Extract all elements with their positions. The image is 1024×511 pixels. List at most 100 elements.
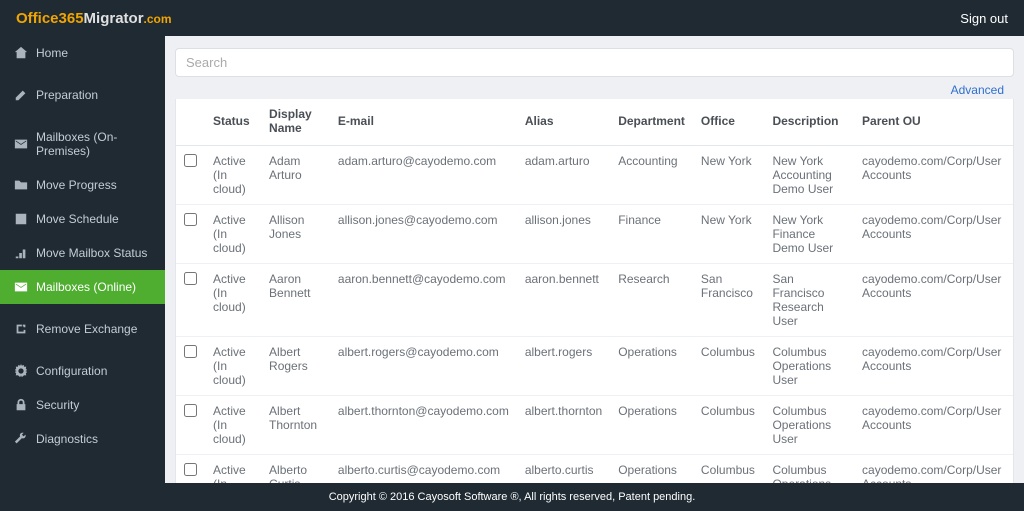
sidebar-item-label: Mailboxes (Online) [36,280,136,294]
sidebar-item-preparation[interactable]: Preparation [0,78,165,112]
sidebar-item-diagnostics[interactable]: Diagnostics [0,422,165,456]
cell-status: Active (In cloud) [205,205,261,264]
sidebar-item-configuration[interactable]: Configuration [0,354,165,388]
cell-department: Finance [610,205,693,264]
cell-description: Columbus Operations User [764,337,854,396]
advanced-link[interactable]: Advanced [951,83,1004,97]
table-row[interactable]: Active (In cloud)Albert Rogersalbert.rog… [176,337,1013,396]
cell-display-name: Allison Jones [261,205,330,264]
lock-icon [14,398,28,412]
footer-text: Copyright © 2016 Cayosoft Software ®, Al… [329,491,696,503]
table-header-row: Status Display Name E-mail Alias Departm… [176,99,1013,146]
cell-office: Columbus [693,337,765,396]
row-checkbox[interactable] [184,404,197,417]
sidebar-item-label: Move Progress [36,178,117,192]
sidebar-item-move-progress[interactable]: Move Progress [0,168,165,202]
cell-department: Operations [610,396,693,455]
col-status[interactable]: Status [205,99,261,146]
cell-display-name: Albert Rogers [261,337,330,396]
home-icon [14,46,28,60]
search-input[interactable] [186,55,1003,70]
cell-alias: albert.thornton [517,396,610,455]
folder-icon [14,178,28,192]
col-checkbox [176,99,205,146]
sidebar-item-label: Configuration [36,364,107,378]
table-row[interactable]: Active (In cloud)Aaron Bennettaaron.benn… [176,264,1013,337]
cell-display-name: Adam Arturo [261,146,330,205]
cell-description: New York Accounting Demo User [764,146,854,205]
row-checkbox[interactable] [184,213,197,226]
edit-icon [14,88,28,102]
col-email[interactable]: E-mail [330,99,517,146]
status-icon [14,246,28,260]
cell-office: New York [693,146,765,205]
cell-office: Columbus [693,396,765,455]
sidebar-item-move-schedule[interactable]: Move Schedule [0,202,165,236]
col-department[interactable]: Department [610,99,693,146]
topbar: Office365Migrator.com Sign out [0,0,1024,36]
row-checkbox[interactable] [184,154,197,167]
sidebar-item-security[interactable]: Security [0,388,165,422]
table-row[interactable]: Active (In cloud)Allison Jonesallison.jo… [176,205,1013,264]
row-checkbox[interactable] [184,463,197,476]
sidebar-item-label: Diagnostics [36,432,98,446]
sign-out-link[interactable]: Sign out [960,11,1008,26]
col-parent-ou[interactable]: Parent OU [854,99,1013,146]
cell-alias: albert.rogers [517,337,610,396]
sidebar-item-move-mailbox-status[interactable]: Move Mailbox Status [0,236,165,270]
table-row[interactable]: Active (In cloud)Albert Thorntonalbert.t… [176,396,1013,455]
col-alias[interactable]: Alias [517,99,610,146]
data-table-wrap[interactable]: Status Display Name E-mail Alias Departm… [175,99,1014,511]
sidebar-item-mailboxes-online[interactable]: Mailboxes (Online) [0,270,165,304]
cell-email: albert.thornton@cayodemo.com [330,396,517,455]
cell-parent-ou: cayodemo.com/Corp/User Accounts [854,264,1013,337]
sidebar-item-label: Preparation [36,88,98,102]
gear-icon [14,364,28,378]
cell-office: New York [693,205,765,264]
col-office[interactable]: Office [693,99,765,146]
sidebar-item-label: Home [36,46,68,60]
sidebar-item-label: Mailboxes (On-Premises) [36,130,151,158]
cell-alias: allison.jones [517,205,610,264]
brand-logo: Office365Migrator.com [16,10,172,27]
cell-status: Active (In cloud) [205,264,261,337]
main-content: Advanced Status Display Name E-mail Alia… [165,36,1024,511]
row-checkbox[interactable] [184,272,197,285]
sidebar-item-remove-exchange[interactable]: Remove Exchange [0,312,165,346]
cell-parent-ou: cayodemo.com/Corp/User Accounts [854,205,1013,264]
sidebar-item-label: Security [36,398,79,412]
cell-alias: adam.arturo [517,146,610,205]
cell-status: Active (In cloud) [205,337,261,396]
sidebar-item-label: Remove Exchange [36,322,137,336]
footer: Copyright © 2016 Cayosoft Software ®, Al… [0,483,1024,511]
cell-email: albert.rogers@cayodemo.com [330,337,517,396]
cell-display-name: Albert Thornton [261,396,330,455]
logo-part-migrator: Migrator [84,10,144,27]
cell-status: Active (In cloud) [205,146,261,205]
row-checkbox[interactable] [184,345,197,358]
external-icon [14,322,28,336]
logo-part-office365: Office365 [16,10,84,27]
search-field-wrap[interactable] [175,48,1014,77]
cell-parent-ou: cayodemo.com/Corp/User Accounts [854,337,1013,396]
col-display-name[interactable]: Display Name [261,99,330,146]
cell-department: Operations [610,337,693,396]
cell-parent-ou: cayodemo.com/Corp/User Accounts [854,146,1013,205]
mailbox-table: Status Display Name E-mail Alias Departm… [176,99,1013,511]
cell-office: San Francisco [693,264,765,337]
calendar-icon [14,212,28,226]
logo-part-dotcom: .com [144,12,172,26]
col-description[interactable]: Description [764,99,854,146]
cell-alias: aaron.bennett [517,264,610,337]
sidebar: Home Preparation Mailboxes (On-Premises)… [0,36,165,511]
table-row[interactable]: Active (In cloud)Adam Arturoadam.arturo@… [176,146,1013,205]
mail-icon [14,280,28,294]
sidebar-item-home[interactable]: Home [0,36,165,70]
cell-department: Accounting [610,146,693,205]
sidebar-item-label: Move Mailbox Status [36,246,147,260]
sidebar-item-mailboxes-onprem[interactable]: Mailboxes (On-Premises) [0,120,165,168]
mail-icon [14,137,28,151]
cell-description: Columbus Operations User [764,396,854,455]
sidebar-item-label: Move Schedule [36,212,119,226]
cell-email: allison.jones@cayodemo.com [330,205,517,264]
